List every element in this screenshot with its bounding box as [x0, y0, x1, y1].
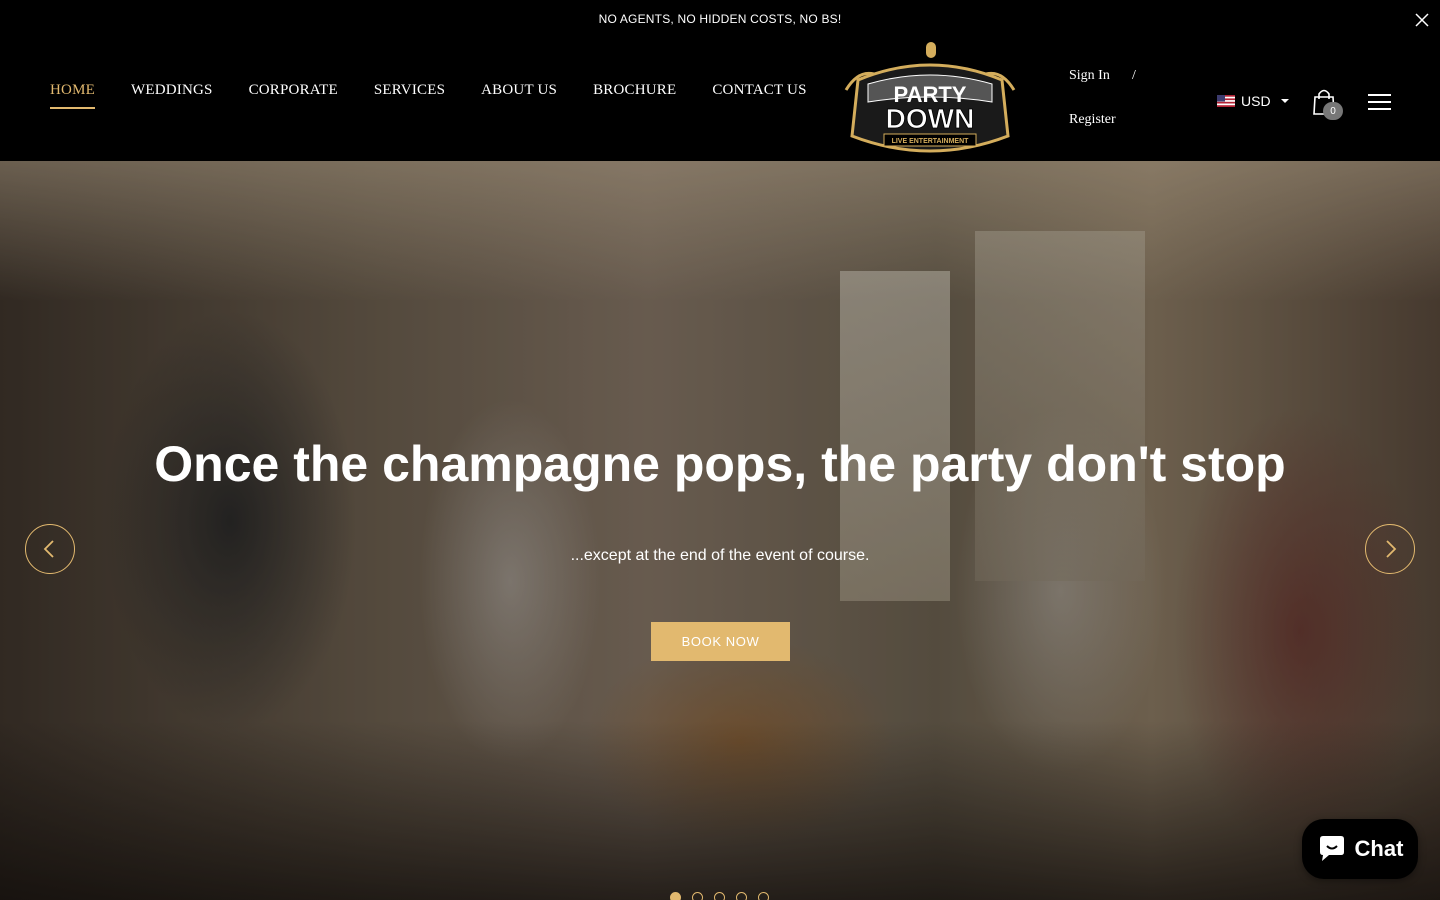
announcement-bar: NO AGENTS, NO HIDDEN COSTS, NO BS!	[0, 0, 1440, 38]
hero-subtitle: ...except at the end of the event of cou…	[570, 547, 870, 564]
chat-button[interactable]: Chat	[1302, 819, 1418, 879]
nav-item-about-us[interactable]: ABOUT US	[481, 82, 557, 109]
hero-content: Once the champagne pops, the party don't…	[0, 161, 1440, 900]
party-down-logo[interactable]: PARTY DOWN LIVE ENTERTAINMENT	[838, 40, 1022, 158]
register-link[interactable]: Register	[1069, 112, 1116, 128]
hamburger-menu-icon[interactable]	[1368, 94, 1391, 112]
us-flag-icon	[1217, 95, 1235, 107]
nav-item-corporate[interactable]: CORPORATE	[249, 82, 338, 109]
slide-dot-1[interactable]	[670, 892, 681, 900]
logo-tagline: LIVE ENTERTAINMENT	[892, 138, 970, 145]
main-nav: HOME WEDDINGS CORPORATE SERVICES ABOUT U…	[50, 82, 843, 109]
chevron-right-icon	[1386, 540, 1397, 558]
chat-label: Chat	[1354, 836, 1404, 861]
hero-slideshow: Once the champagne pops, the party don't…	[0, 161, 1440, 900]
site-header: HOME WEDDINGS CORPORATE SERVICES ABOUT U…	[0, 38, 1440, 161]
chevron-left-icon	[43, 540, 54, 558]
nav-item-weddings[interactable]: WEDDINGS	[131, 82, 213, 109]
logo-line2: DOWN	[886, 103, 975, 134]
slide-prev-button[interactable]	[25, 524, 75, 574]
slide-dot-2[interactable]	[692, 892, 703, 900]
currency-selector[interactable]: USD	[1217, 93, 1289, 109]
chevron-down-icon	[1280, 99, 1289, 103]
chat-bubble-icon	[1319, 836, 1344, 861]
slide-dot-4[interactable]	[736, 892, 747, 900]
account-separator: /	[1132, 68, 1136, 83]
slide-dot-5[interactable]	[758, 892, 769, 900]
close-icon[interactable]	[1412, 10, 1432, 30]
book-now-button[interactable]: BOOK NOW	[651, 622, 790, 661]
slide-next-button[interactable]	[1365, 524, 1415, 574]
slide-dots	[670, 892, 769, 900]
nav-item-home[interactable]: HOME	[50, 82, 95, 109]
nav-item-brochure[interactable]: BROCHURE	[593, 82, 676, 109]
nav-item-contact-us[interactable]: CONTACT US	[712, 82, 806, 109]
nav-item-services[interactable]: SERVICES	[374, 82, 445, 109]
cart-count-badge: 0	[1323, 102, 1343, 120]
cart-button[interactable]: 0	[1311, 88, 1345, 122]
hero-title: Once the champagne pops, the party don't…	[154, 436, 1286, 492]
currency-label: USD	[1241, 93, 1271, 109]
slide-dot-3[interactable]	[714, 892, 725, 900]
sign-in-link[interactable]: Sign In	[1069, 68, 1110, 84]
announcement-text: NO AGENTS, NO HIDDEN COSTS, NO BS!	[598, 12, 842, 26]
